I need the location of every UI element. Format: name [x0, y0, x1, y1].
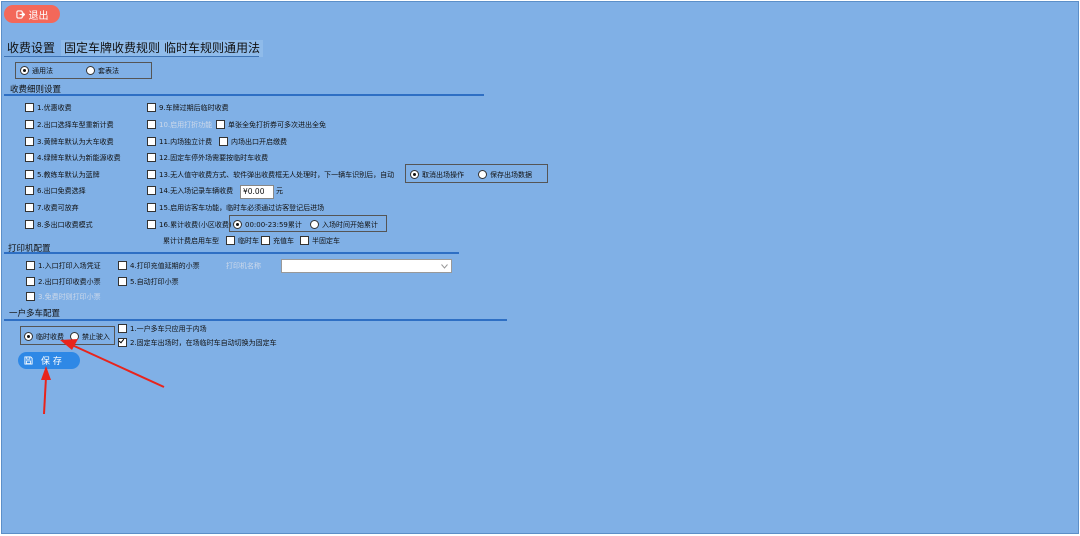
annotation-arrow-icon: [60, 339, 165, 388]
annotation-arrows: [41, 339, 165, 415]
annotation-arrow-icon: [41, 366, 51, 415]
